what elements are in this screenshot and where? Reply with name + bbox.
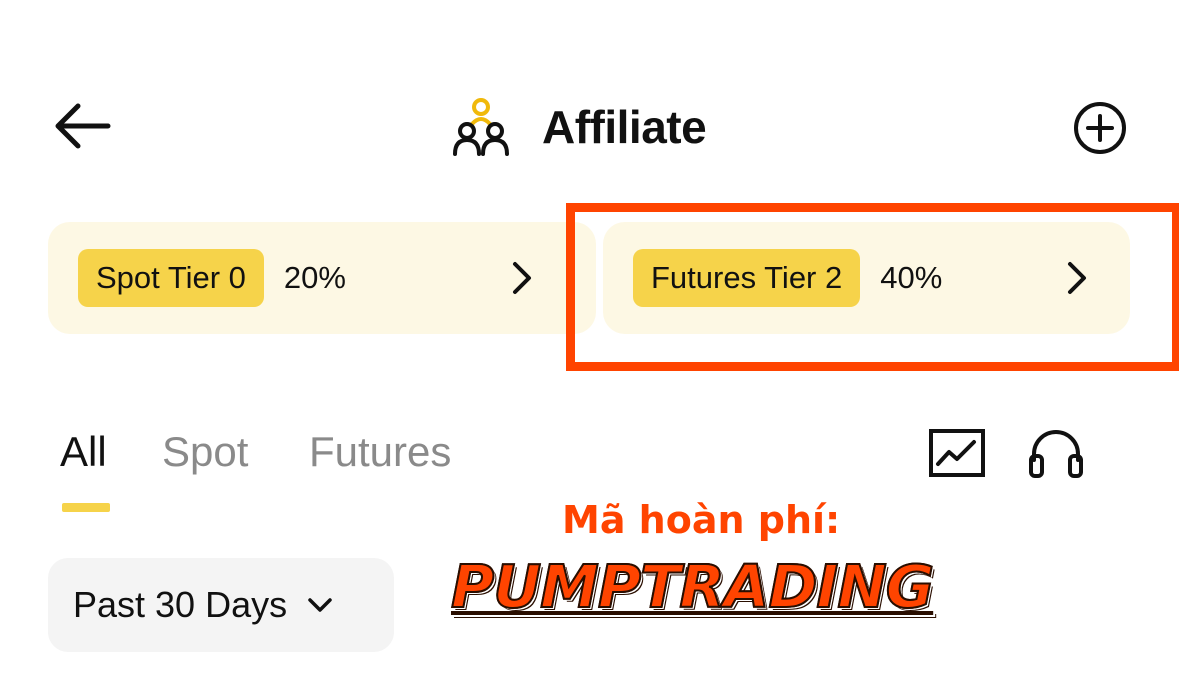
chevron-right-icon xyxy=(513,262,531,294)
support-button[interactable] xyxy=(1026,426,1086,480)
spot-tier-card[interactable]: Spot Tier 0 20% xyxy=(48,222,596,334)
active-tab-indicator xyxy=(62,503,110,512)
users-group-icon xyxy=(453,98,509,156)
tab-all[interactable]: All xyxy=(60,428,107,476)
tab-spot[interactable]: Spot xyxy=(162,428,248,476)
promo-code: PUMPTRADING xyxy=(450,551,935,622)
period-label: Past 30 Days xyxy=(73,584,288,625)
page-header: Affiliate xyxy=(450,92,707,162)
promo-label: Mã hoàn phí: xyxy=(562,498,841,542)
tier-badge: Spot Tier 0 xyxy=(78,249,264,307)
futures-tier-card[interactable]: Futures Tier 2 40% xyxy=(603,222,1130,334)
headset-icon xyxy=(1029,430,1083,478)
chevron-right-icon xyxy=(1068,262,1086,294)
line-chart-icon xyxy=(929,429,985,477)
add-button[interactable] xyxy=(1072,100,1128,156)
tier-badge: Futures Tier 2 xyxy=(633,249,861,307)
tab-futures[interactable]: Futures xyxy=(309,428,451,476)
tier-percent: 20% xyxy=(283,260,346,295)
back-button[interactable] xyxy=(52,100,114,152)
period-dropdown[interactable]: Past 30 Days xyxy=(48,558,394,652)
tier-percent: 40% xyxy=(880,260,943,295)
chart-button[interactable] xyxy=(928,428,986,478)
chevron-down-icon xyxy=(308,598,332,612)
arrow-left-icon xyxy=(55,103,111,149)
plus-circle-icon xyxy=(1074,102,1126,154)
page-title: Affiliate xyxy=(542,101,707,153)
